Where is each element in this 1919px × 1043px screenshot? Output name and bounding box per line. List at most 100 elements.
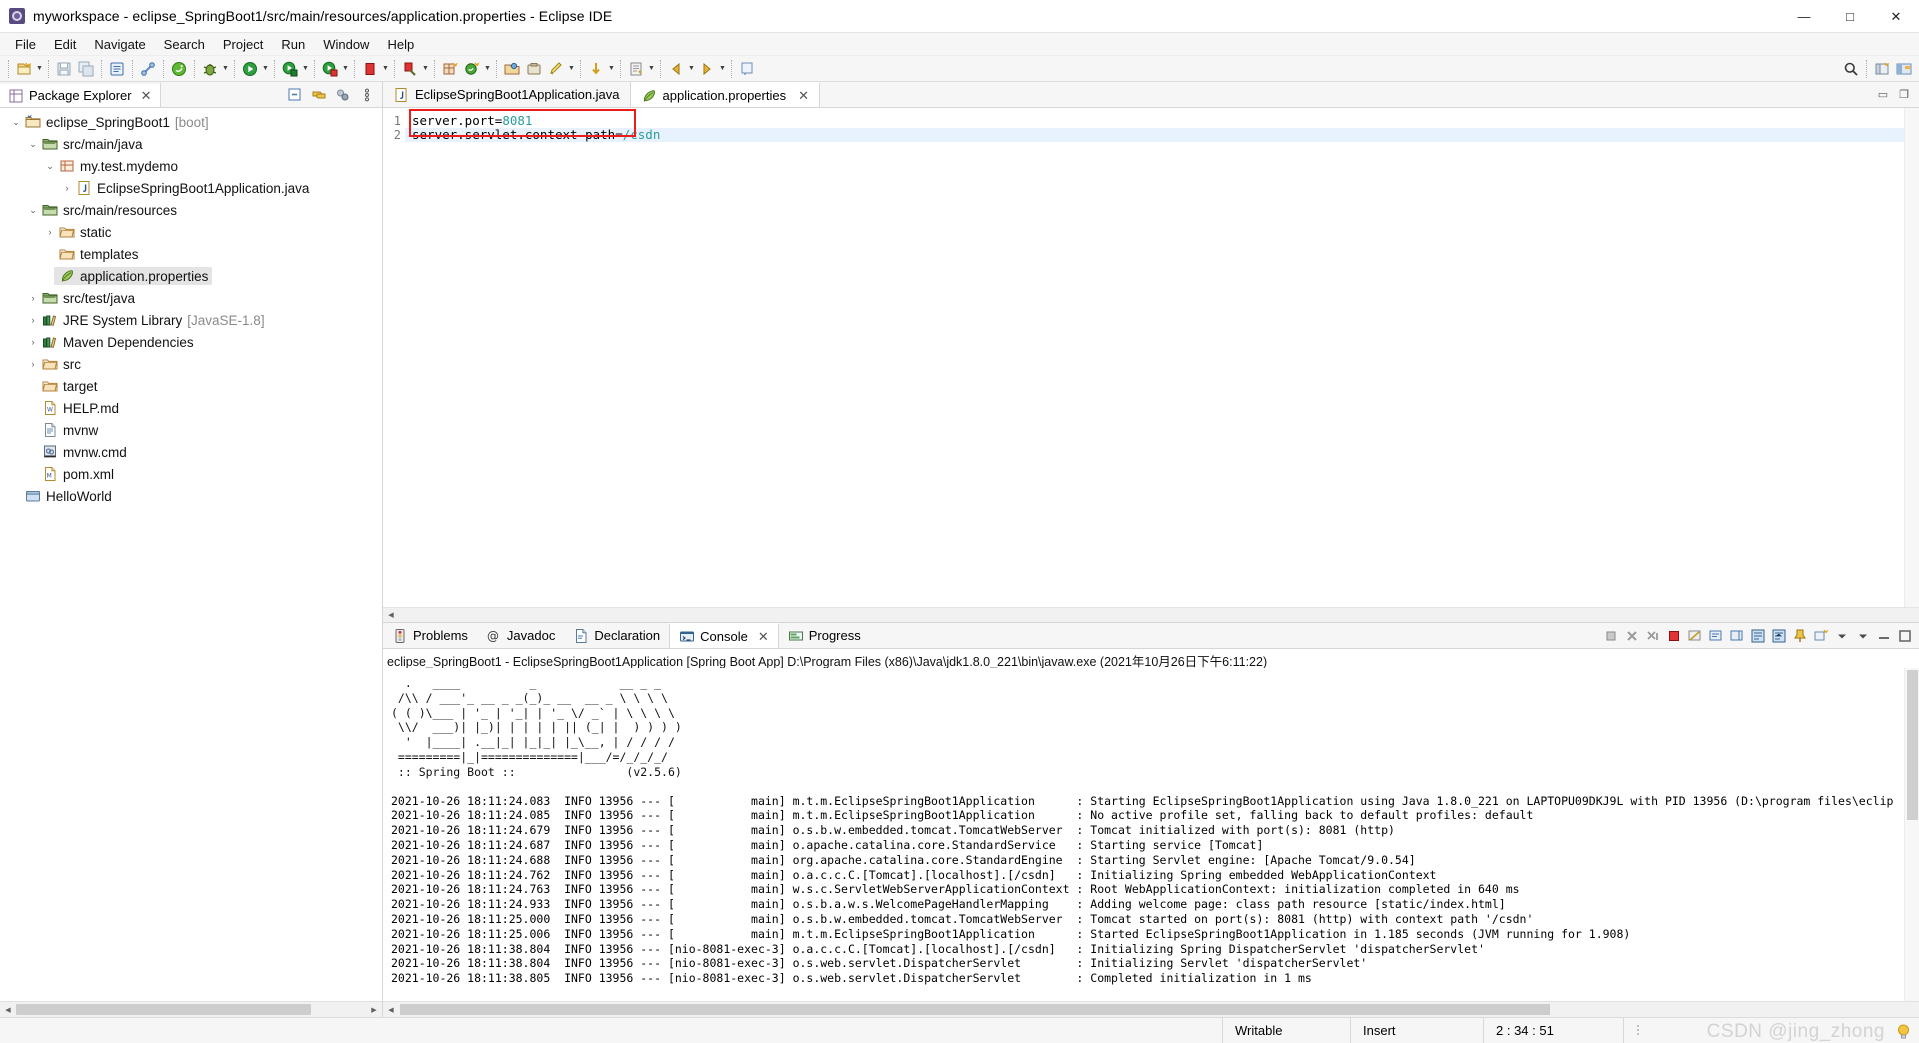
menu-navigate[interactable]: Navigate (85, 35, 154, 54)
back-icon[interactable] (665, 58, 687, 79)
maximize-icon[interactable] (1895, 625, 1915, 647)
menu-window[interactable]: Window (314, 35, 378, 54)
menu-search[interactable]: Search (155, 35, 214, 54)
tree-item-templates[interactable]: templates (0, 243, 382, 265)
tree-item-eclipsespringboot1application-java[interactable]: › EclipseSpringBoot1Application.java (0, 177, 382, 199)
code-line[interactable]: server.servlet.context-path=/csdn (405, 128, 1904, 142)
tree-item-src[interactable]: › src (0, 353, 382, 375)
run-dropdown-icon[interactable]: ▼ (261, 58, 270, 79)
link-with-editor-icon[interactable] (308, 84, 330, 106)
terminate-all-icon[interactable] (1601, 625, 1621, 647)
tree-item-helloworld[interactable]: HelloWorld (0, 485, 382, 507)
tree-item-static[interactable]: › static (0, 221, 382, 243)
tree-item-pom-xml[interactable]: Mpom.xml (0, 463, 382, 485)
tree-item-target[interactable]: target (0, 375, 382, 397)
menu-project[interactable]: Project (214, 35, 272, 54)
editor-tab-eclipsespringboot1application-java[interactable]: EclipseSpringBoot1Application.java (383, 82, 631, 107)
new-class-dropdown-icon[interactable]: ▼ (483, 58, 492, 79)
scroll-left-icon[interactable]: ◀ (0, 1002, 16, 1018)
new-class-icon[interactable] (461, 58, 483, 79)
tree-item-src-main-resources[interactable]: ⌄ src/main/resources (0, 199, 382, 221)
menu-edit[interactable]: Edit (45, 35, 85, 54)
twisty-open-icon[interactable]: ⌄ (25, 133, 41, 155)
run-as-icon[interactable] (279, 58, 301, 79)
minimize-icon[interactable] (1874, 625, 1894, 647)
editor-body[interactable]: 12 server.port=8081 server.servlet.contex… (383, 108, 1919, 607)
code-area[interactable]: server.port=8081 server.servlet.context-p… (405, 108, 1904, 607)
stop-icon[interactable] (1664, 625, 1684, 647)
next-annotation-icon[interactable] (585, 58, 607, 79)
twisty-open-icon[interactable]: ⌄ (25, 199, 41, 221)
new-java-file-icon[interactable] (106, 58, 128, 79)
run-last-icon[interactable] (319, 58, 341, 79)
console-tab-javadoc[interactable]: @ Javadoc (476, 623, 565, 648)
tree-item-jre-system-library[interactable]: › JRE System Library [JavaSE-1.8] (0, 309, 382, 331)
editor-hscrollbar[interactable]: ◀ (383, 607, 1919, 622)
run-icon[interactable] (239, 58, 261, 79)
view-menu-icon[interactable] (1853, 625, 1873, 647)
search-icon[interactable] (1840, 59, 1862, 80)
console-scroll-left-icon[interactable]: ◀ (383, 1002, 399, 1018)
twisty-closed-icon[interactable]: › (25, 309, 41, 331)
run-last-dropdown-icon[interactable]: ▼ (341, 58, 350, 79)
editor-vscrollbar[interactable] (1904, 108, 1919, 607)
edit-icon[interactable] (545, 58, 567, 79)
link-icon[interactable] (137, 58, 159, 79)
forward-icon[interactable] (696, 58, 718, 79)
scroll-lock-icon[interactable] (1748, 625, 1768, 647)
console-dropdown-icon[interactable] (1832, 625, 1852, 647)
code-line[interactable]: server.port=8081 (405, 114, 1904, 128)
remove-launch-icon[interactable] (1622, 625, 1642, 647)
open-perspective-icon[interactable] (1871, 59, 1893, 80)
open-type-icon[interactable] (501, 58, 523, 79)
tree-item-eclipse-springboot1[interactable]: ⌄ eclipse_SpringBoot1 [boot] (0, 111, 382, 133)
new-wizard-icon[interactable] (13, 58, 35, 79)
tree-item-mvnw[interactable]: mvnw (0, 419, 382, 441)
forward-dropdown-icon[interactable]: ▼ (718, 58, 727, 79)
remove-all-terminated-icon[interactable] (1643, 625, 1663, 647)
run-as-dropdown-icon[interactable]: ▼ (301, 58, 310, 79)
java-perspective-icon[interactable] (1893, 59, 1915, 80)
twisty-closed-icon[interactable]: › (25, 331, 41, 353)
scroll-right-icon[interactable]: ▶ (366, 1002, 382, 1018)
twisty-open-icon[interactable]: ⌄ (42, 155, 58, 177)
last-edit-location-icon[interactable] (625, 58, 647, 79)
pin-editor-icon[interactable] (736, 58, 758, 79)
menu-file[interactable]: File (6, 35, 45, 54)
tree-item-src-main-java[interactable]: ⌄ src/main/java (0, 133, 382, 155)
tree-item-my-test-mydemo[interactable]: ⌄ my.test.mydemo (0, 155, 382, 177)
open-task-icon[interactable] (523, 58, 545, 79)
console-hscroll-thumb[interactable] (400, 1004, 1550, 1015)
console-tab-declaration[interactable]: Declaration (564, 623, 670, 648)
menu-help[interactable]: Help (378, 35, 423, 54)
hscroll-track[interactable] (16, 1001, 366, 1018)
status-drag-handle[interactable] (1623, 1017, 1663, 1043)
new-wizard-dropdown-icon[interactable]: ▼ (35, 58, 44, 79)
terminate-icon[interactable] (359, 58, 381, 79)
console-vscroll-thumb[interactable] (1907, 670, 1918, 820)
back-dropdown-icon[interactable]: ▼ (687, 58, 696, 79)
package-explorer-hscrollbar[interactable]: ◀ ▶ (0, 1001, 382, 1018)
display-selected-console-icon[interactable] (1706, 625, 1726, 647)
tab-package-explorer[interactable]: Package Explorer ✕ (0, 82, 161, 107)
editor-tab-application-properties[interactable]: application.properties ✕ (630, 82, 820, 107)
twisty-closed-icon[interactable]: › (25, 353, 41, 375)
console-vscrollbar[interactable] (1904, 668, 1919, 1001)
minimize-icon[interactable]: ▭ (1873, 84, 1893, 106)
save-all-icon[interactable] (75, 58, 97, 79)
tip-bulb-icon[interactable] (1896, 1024, 1911, 1040)
close-button[interactable]: ✕ (1873, 0, 1919, 33)
twisty-closed-icon[interactable]: › (59, 177, 75, 199)
tree-item-application-properties[interactable]: application.properties (0, 265, 382, 287)
view-menu-filter-icon[interactable] (332, 84, 354, 106)
tree-item-help-md[interactable]: W HELP.md (0, 397, 382, 419)
save-icon[interactable] (53, 58, 75, 79)
stop-red-icon[interactable] (399, 58, 421, 79)
stop-red-dropdown-icon[interactable]: ▼ (421, 58, 430, 79)
tree-item-maven-dependencies[interactable]: › Maven Dependencies (0, 331, 382, 353)
project-tree[interactable]: ⌄ eclipse_SpringBoot1 [boot] ⌄ src/main/java… (0, 108, 382, 1001)
editor-scroll-left-icon[interactable]: ◀ (383, 607, 399, 623)
twisty-open-icon[interactable]: ⌄ (8, 111, 24, 133)
new-console-view-icon[interactable] (1811, 625, 1831, 647)
terminate-dropdown-icon[interactable]: ▼ (381, 58, 390, 79)
